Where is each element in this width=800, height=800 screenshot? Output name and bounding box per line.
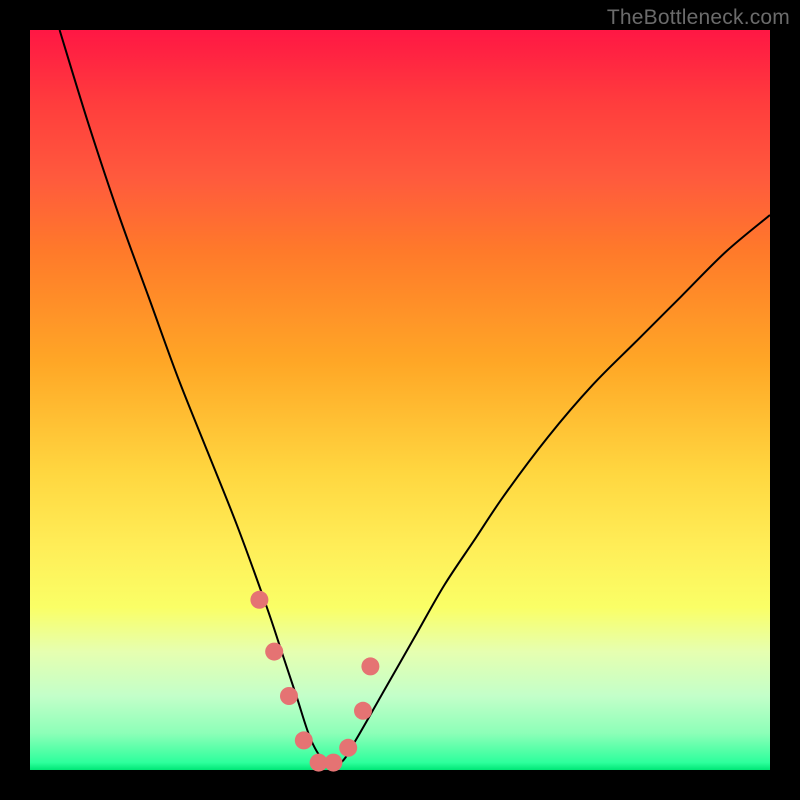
highlight-marker xyxy=(361,657,379,675)
watermark-label: TheBottleneck.com xyxy=(607,6,790,30)
highlight-marker xyxy=(354,702,372,720)
highlight-marker xyxy=(265,643,283,661)
plot-area xyxy=(30,30,770,770)
highlight-marker xyxy=(324,754,342,772)
highlight-marker xyxy=(280,687,298,705)
highlight-marker xyxy=(339,739,357,757)
curve-layer xyxy=(30,30,770,770)
chart-frame: TheBottleneck.com xyxy=(0,0,800,800)
highlight-marker xyxy=(295,731,313,749)
highlight-marker xyxy=(250,591,268,609)
bottleneck-curve xyxy=(60,30,770,765)
